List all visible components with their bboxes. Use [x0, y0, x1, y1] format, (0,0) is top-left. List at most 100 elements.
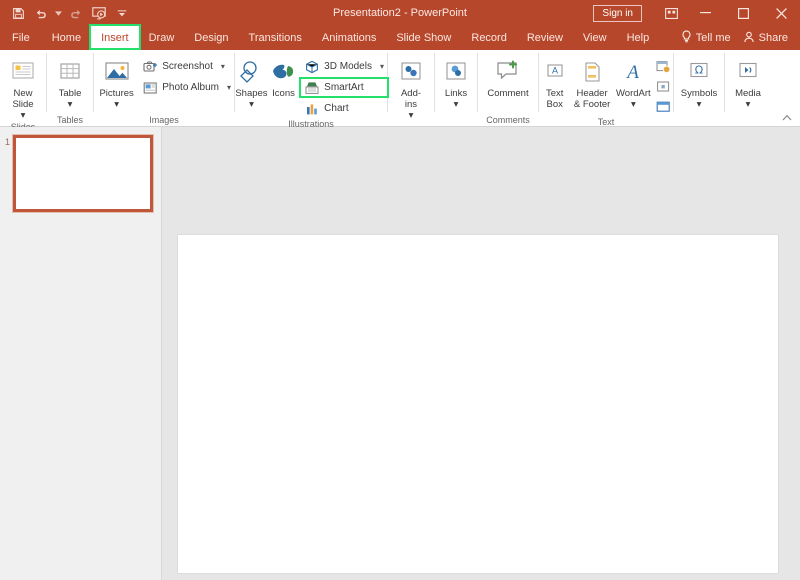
sign-in-button[interactable]: Sign in [593, 4, 642, 22]
chevron-down-icon[interactable]: ▾ [746, 99, 751, 110]
redo-icon[interactable] [65, 2, 87, 24]
chevron-down-icon[interactable]: ▾ [21, 110, 26, 121]
customize-quick-access-toolbar-icon[interactable] [111, 2, 133, 24]
object-icon[interactable] [653, 98, 673, 116]
svg-text:A: A [626, 62, 640, 83]
pictures-button[interactable]: Pictures ▾ [94, 53, 139, 110]
powerpoint-window: Presentation2 - PowerPoint Sign in File … [0, 0, 800, 580]
tab-file[interactable]: File [0, 26, 42, 50]
ribbon-group-text: A Text Box Header & Footer A WordArt ▾ T… [539, 50, 673, 127]
chevron-down-icon[interactable]: ▾ [227, 83, 231, 92]
header-footer-button[interactable]: Header & Footer [570, 53, 613, 110]
thumbnail-pane-scrollbar[interactable] [157, 127, 161, 580]
slide-number-icon[interactable] [653, 78, 673, 96]
start-from-beginning-icon[interactable] [88, 2, 110, 24]
svg-text:A: A [552, 66, 558, 76]
tab-insert[interactable]: Insert [89, 24, 141, 50]
smartart-button[interactable]: SmartArt [299, 77, 389, 98]
tab-view[interactable]: View [573, 26, 617, 50]
add-ins-icon [398, 56, 424, 88]
tab-strip-right: Tell me Share [673, 26, 800, 50]
ribbon-group-label-images: Images [149, 115, 179, 125]
slide-number-label: 1 [5, 137, 11, 147]
new-slide-button[interactable]: New Slide ▾ [0, 53, 46, 121]
icons-button[interactable]: Icons [268, 53, 299, 99]
tab-animations[interactable]: Animations [312, 26, 386, 50]
wordart-button[interactable]: A WordArt ▾ [614, 53, 653, 110]
tab-home[interactable]: Home [42, 26, 91, 50]
chevron-down-icon[interactable]: ▾ [409, 110, 414, 121]
media-button[interactable]: Media ▾ [725, 53, 771, 110]
illustrations-small-buttons: 3D Models ▾ SmartArt Chart [299, 53, 389, 118]
ribbon-group-symbols: Ω Symbols ▾ [674, 50, 724, 127]
tab-draw[interactable]: Draw [139, 26, 185, 50]
ribbon-display-options-icon[interactable] [656, 0, 686, 26]
maximize-button[interactable] [724, 0, 762, 26]
new-slide-label: New Slide [12, 88, 34, 110]
comment-label: Comment [487, 88, 529, 99]
tab-help[interactable]: Help [617, 26, 660, 50]
symbols-button[interactable]: Ω Symbols ▾ [674, 53, 724, 110]
table-button[interactable]: Table ▾ [47, 53, 93, 110]
slide-editing-stage [162, 127, 800, 580]
text-box-button[interactable]: A Text Box [539, 53, 570, 110]
3d-models-button[interactable]: 3D Models ▾ [301, 57, 387, 76]
ribbon-group-tables: Table ▾ Tables [47, 50, 93, 127]
shapes-icon [238, 56, 264, 88]
date-time-icon[interactable] [653, 58, 673, 76]
chevron-down-icon[interactable]: ▾ [249, 99, 254, 110]
tab-transitions[interactable]: Transitions [239, 26, 312, 50]
screenshot-icon [142, 59, 158, 75]
shapes-label: Shapes [235, 88, 268, 99]
save-icon[interactable] [7, 2, 29, 24]
slide-thumbnail-pane[interactable]: 1 [0, 127, 162, 580]
links-label: Links [444, 88, 468, 99]
chevron-down-icon[interactable]: ▾ [697, 99, 702, 110]
icons-icon [270, 56, 298, 88]
chevron-down-icon[interactable]: ▾ [631, 99, 636, 110]
ribbon-group-slides: New Slide ▾ Slides [0, 50, 46, 132]
person-icon [743, 31, 755, 46]
minimize-button[interactable] [686, 0, 724, 26]
share-button[interactable]: Share [739, 26, 800, 50]
chevron-down-icon[interactable]: ▾ [221, 62, 225, 71]
3d-models-label: 3D Models [324, 61, 372, 72]
undo-icon[interactable] [30, 2, 52, 24]
tab-design[interactable]: Design [184, 26, 238, 50]
tell-me-label: Tell me [695, 32, 731, 44]
chevron-down-icon[interactable]: ▾ [380, 62, 384, 71]
chevron-down-icon[interactable]: ▾ [114, 99, 119, 110]
slide-thumbnail-item[interactable]: 1 [0, 133, 162, 213]
text-box-icon: A [543, 56, 567, 88]
chevron-down-icon[interactable]: ▾ [68, 99, 73, 110]
slide-thumbnail-1[interactable] [12, 134, 154, 213]
smartart-label: SmartArt [324, 82, 364, 93]
chevron-down-icon[interactable]: ▾ [454, 99, 459, 110]
add-ins-button[interactable]: Add- ins ▾ [388, 53, 434, 121]
collapse-ribbon-icon[interactable] [780, 110, 794, 124]
chart-icon [304, 101, 320, 117]
quick-access-toolbar [0, 0, 133, 26]
ribbon-group-links: Links ▾ [435, 50, 477, 127]
screenshot-button[interactable]: Screenshot ▾ [139, 57, 234, 76]
undo-dropdown-caret-icon[interactable] [53, 2, 64, 24]
text-box-label: Text Box [546, 88, 564, 110]
chart-label: Chart [324, 103, 349, 114]
tab-record[interactable]: Record [461, 26, 516, 50]
links-button[interactable]: Links ▾ [435, 53, 477, 110]
ribbon-tab-strip: File Home Insert Draw Design Transitions… [0, 24, 800, 50]
slide-canvas[interactable] [178, 235, 778, 573]
tell-me-box[interactable]: Tell me [673, 26, 739, 50]
ribbon-group-label-tables: Tables [56, 115, 83, 125]
tab-slide-show[interactable]: Slide Show [386, 26, 461, 50]
table-icon [57, 56, 83, 88]
photo-album-button[interactable]: Photo Album ▾ [139, 78, 234, 97]
chart-button[interactable]: Chart [301, 99, 387, 118]
comment-button[interactable]: Comment [478, 53, 538, 99]
smartart-icon [304, 80, 320, 96]
close-button[interactable] [762, 0, 800, 26]
shapes-button[interactable]: Shapes ▾ [235, 53, 268, 110]
links-icon [443, 56, 469, 88]
tab-review[interactable]: Review [517, 26, 573, 50]
media-label: Media [735, 88, 761, 99]
